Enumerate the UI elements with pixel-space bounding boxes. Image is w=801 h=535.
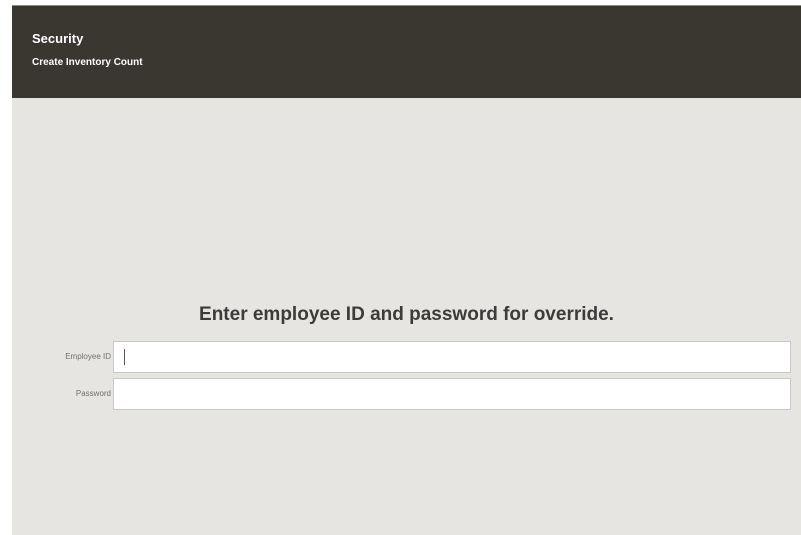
employee-id-label: Employee ID — [65, 352, 111, 361]
employee-id-row: Employee ID — [12, 341, 801, 373]
password-label: Password — [75, 389, 111, 398]
page-header: Security Create Inventory Count — [12, 6, 801, 98]
header-subtitle: Create Inventory Count — [32, 57, 143, 68]
override-prompt: Enter employee ID and password for overr… — [199, 304, 614, 325]
header-title: Security — [32, 31, 84, 46]
employee-id-field[interactable] — [113, 341, 791, 373]
text-cursor — [124, 349, 125, 365]
password-row: Password — [12, 378, 801, 410]
password-field[interactable] — [113, 378, 791, 410]
app-window: Security Create Inventory Count Enter em… — [12, 5, 801, 535]
